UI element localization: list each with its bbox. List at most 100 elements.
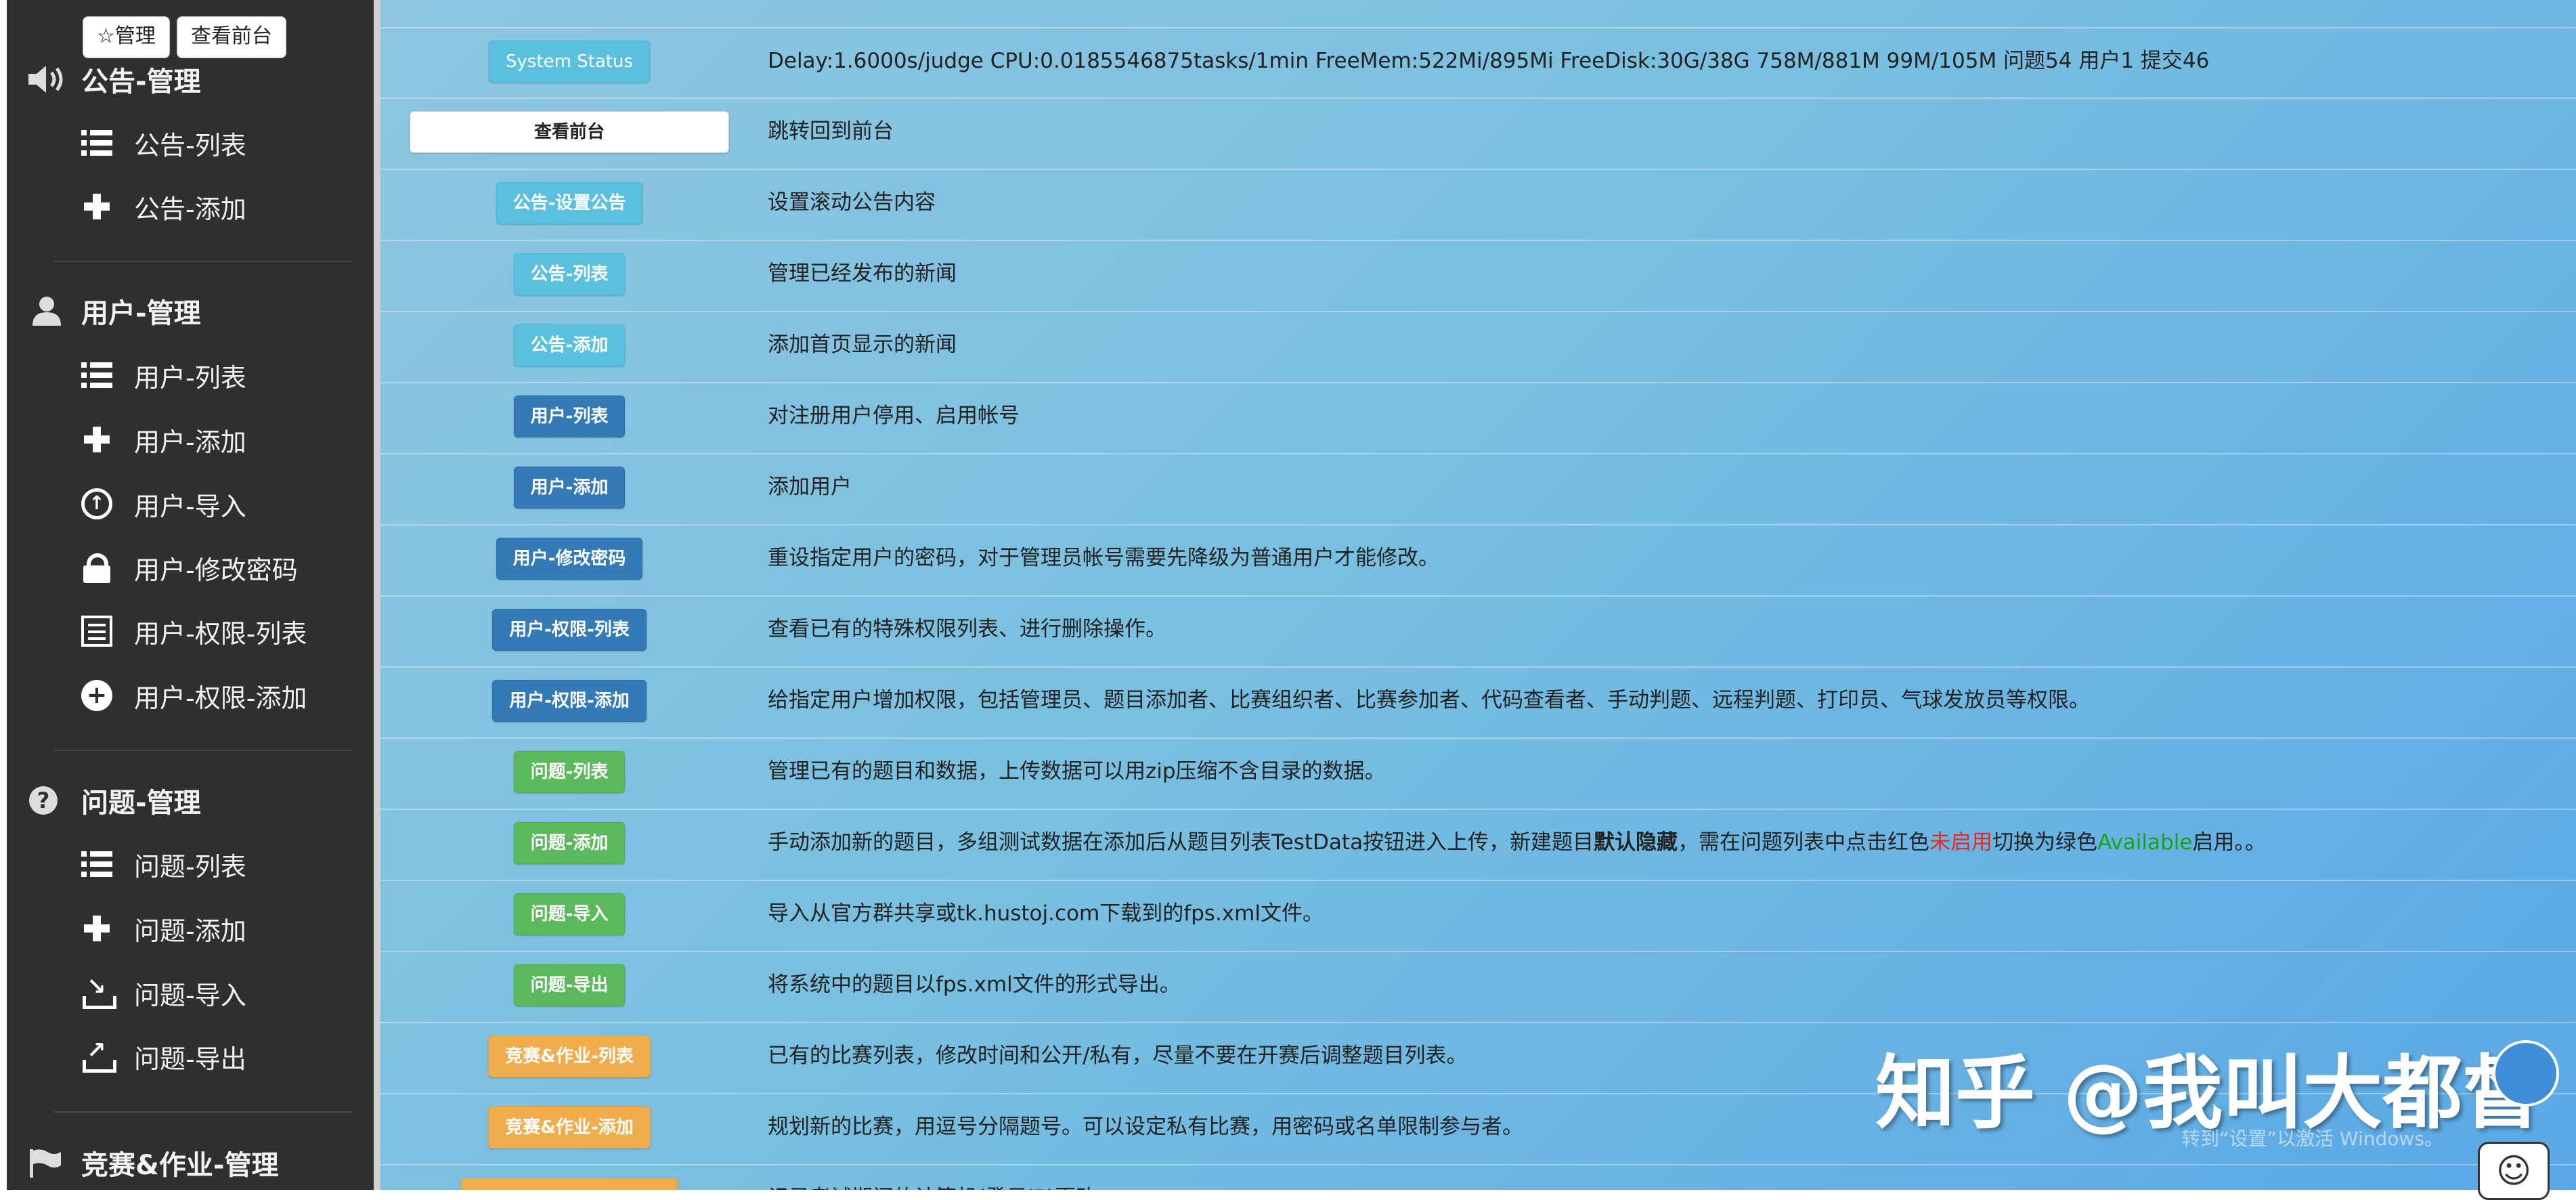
question-circle-icon: ? (27, 784, 66, 817)
system-status-button[interactable]: System Status (488, 41, 651, 83)
table-row: 公告-列表 管理已经发布的新闻 (380, 240, 2576, 310)
sidebar-item-news-list[interactable]: 公告-列表 (81, 124, 246, 162)
list-icon (81, 360, 112, 391)
row-description: 导入从官方群共享或tk.hustoj.com下载到的fps.xml文件。 (768, 901, 1324, 926)
sidebar-item-label: 公告-添加 (134, 194, 246, 224)
sidebar-item-label: 问题-导入 (134, 980, 246, 1010)
problem-add-button[interactable]: 问题-添加 (513, 822, 626, 864)
section-title: 公告-管理 (81, 66, 201, 98)
plus-circle-icon: + (81, 680, 112, 711)
upload-circle-icon: ↑ (81, 488, 112, 519)
table-row: 问题-导入 导入从官方群共享或tk.hustoj.com下载到的fps.xml文… (380, 880, 2576, 950)
problem-export-button[interactable]: 问题-导出 (513, 964, 626, 1006)
contest-add-button[interactable]: 竞赛&作业-添加 (488, 1107, 651, 1149)
table-row: 用户-添加 添加用户 (380, 453, 2576, 523)
plus-icon (81, 191, 112, 222)
bird-badge-icon (2493, 1040, 2559, 1107)
user-icon (27, 295, 66, 327)
privilege-add-button[interactable]: 用户-权限-添加 (492, 680, 647, 722)
sidebar-item-problem-import[interactable]: 问题-导入 (81, 973, 246, 1012)
export-icon (81, 1037, 116, 1073)
table-row: 用户-修改密码 重设指定用户的密码，对于管理员帐号需要先降级为普通用户才能修改。 (380, 524, 2576, 595)
news-set-button[interactable]: 公告-设置公告 (496, 182, 643, 224)
user-password-button[interactable]: 用户-修改密码 (496, 538, 643, 580)
contest-ip-button[interactable] (461, 1178, 678, 1190)
main-panel: System Status Delay:1.6000s/judge CPU:0.… (380, 0, 2576, 1190)
table-row: 用户-权限-列表 查看已有的特殊权限列表、进行删除操作。 (380, 595, 2576, 666)
table-row: 问题-列表 管理已有的题目和数据，上传数据可以用zip压缩不含目录的数据。 (380, 737, 2576, 808)
sidebar-item-user-list[interactable]: 用户-列表 (81, 356, 246, 394)
user-add-button[interactable]: 用户-添加 (513, 467, 626, 509)
section-title: 竞赛&作业-管理 (81, 1150, 279, 1181)
sidebar-item-privilege-list[interactable]: 用户-权限-列表 (81, 612, 307, 650)
sidebar: ☆管理 查看前台 公告-管理 公告-列表 公告-添加 用户-管理 用户-列表 用… (7, 0, 374, 1190)
sidebar-item-label: 公告-列表 (134, 130, 246, 160)
section-title: 用户-管理 (81, 298, 201, 329)
row-description: 添加首页显示的新闻 (768, 333, 957, 357)
list-icon (81, 849, 112, 880)
desc-text: 切换为绿色 (1992, 830, 2098, 855)
row-description: 添加用户 (768, 475, 852, 499)
sidebar-item-news-add[interactable]: 公告-添加 (81, 188, 246, 226)
problem-list-button[interactable]: 问题-列表 (513, 751, 626, 793)
section-user-admin[interactable]: 用户-管理 (27, 291, 201, 330)
desc-red-text: 未启用 (1929, 830, 1993, 855)
sidebar-item-label: 用户-权限-添加 (134, 683, 307, 713)
sidebar-item-user-add[interactable]: 用户-添加 (81, 421, 246, 458)
admin-button[interactable]: ☆管理 (83, 16, 170, 58)
import-icon (81, 973, 116, 1009)
windows-activation-text: 转到“设置”以激活 Windows。 (2181, 1128, 2443, 1150)
view-frontend-row-button[interactable]: 查看前台 (410, 111, 729, 153)
divider (54, 1111, 352, 1113)
divider (54, 261, 352, 262)
desc-text: 手动添加新的题目，多组测试数据在添加后从题目列表TestData按钮进入上传，新… (768, 830, 1594, 855)
problem-import-button[interactable]: 问题-导入 (513, 893, 626, 935)
sidebar-item-problem-add[interactable]: 问题-添加 (81, 909, 246, 947)
section-contest-admin[interactable]: 竞赛&作业-管理 (27, 1143, 278, 1182)
sidebar-item-label: 用户-导入 (134, 491, 246, 521)
sidebar-item-user-import[interactable]: ↑ 用户-导入 (81, 485, 246, 523)
section-problem-admin[interactable]: ? 问题-管理 (27, 781, 201, 820)
row-description: 管理已经发布的新闻 (768, 261, 957, 286)
sidebar-item-label: 用户-权限-列表 (134, 618, 307, 649)
row-description: 手动添加新的题目，多组测试数据在添加后从题目列表TestData按钮进入上传，新… (768, 825, 2266, 855)
user-list-button[interactable]: 用户-列表 (513, 395, 626, 437)
sidebar-item-user-password[interactable]: 用户-修改密码 (81, 549, 298, 586)
svg-text:?: ? (37, 788, 50, 813)
desc-green-text: Available (2097, 830, 2193, 855)
feedback-smiley-icon[interactable]: ☺ (2478, 1142, 2550, 1200)
table-row: 用户-列表 对注册用户停用、启用帐号 (380, 382, 2576, 452)
row-description: 规划新的比赛，用逗号分隔题号。可以设定私有比赛，用密码或名单限制参与者。 (768, 1115, 1523, 1139)
lock-icon (81, 552, 112, 583)
row-description: 给指定用户增加权限，包括管理员、题目添加者、比赛组织者、比赛参加者、代码查看者、… (768, 688, 2090, 712)
sidebar-item-label: 问题-导出 (134, 1044, 246, 1074)
sidebar-item-label: 问题-列表 (134, 851, 246, 882)
sidebar-item-label: 用户-列表 (134, 362, 246, 393)
row-description: 重设指定用户的密码，对于管理员帐号需要先降级为普通用户才能修改。 (768, 546, 1439, 570)
row-description: 查看已有的特殊权限列表、进行删除操作。 (768, 617, 1166, 641)
sidebar-top-buttons: ☆管理 查看前台 (83, 16, 286, 58)
section-title: 问题-管理 (81, 788, 201, 819)
table-row: 公告-添加 添加首页显示的新闻 (380, 311, 2576, 381)
plus-icon (81, 424, 112, 455)
row-description: 将系统中的题目以fps.xml文件的形式导出。 (768, 972, 1181, 997)
section-news-admin[interactable]: 公告-管理 (27, 60, 201, 99)
divider (54, 750, 352, 751)
row-description: 管理已有的题目和数据，上传数据可以用zip压缩不含目录的数据。 (768, 759, 1386, 784)
row-description: Delay:1.6000s/judge CPU:0.0185546875task… (768, 49, 2210, 73)
sidebar-item-privilege-add[interactable]: + 用户-权限-添加 (81, 677, 307, 714)
sidebar-item-problem-list[interactable]: 问题-列表 (81, 845, 246, 883)
view-frontend-button[interactable]: 查看前台 (176, 16, 286, 58)
table-row: System Status Delay:1.6000s/judge CPU:0.… (380, 27, 2576, 98)
list-icon (81, 127, 112, 158)
sidebar-item-problem-export[interactable]: 问题-导出 (81, 1037, 246, 1075)
news-list-button[interactable]: 公告-列表 (513, 253, 626, 295)
document-list-icon (81, 616, 112, 647)
contest-list-button[interactable]: 竞赛&作业-列表 (488, 1035, 651, 1077)
table-row: 公告-设置公告 设置滚动公告内容 (380, 169, 2576, 239)
desc-bold-text: 默认隐藏 (1594, 830, 1678, 855)
privilege-list-button[interactable]: 用户-权限-列表 (492, 609, 647, 651)
plus-icon (81, 913, 112, 944)
desc-text: 启用。。 (2192, 830, 2266, 855)
news-add-button[interactable]: 公告-添加 (513, 324, 626, 366)
